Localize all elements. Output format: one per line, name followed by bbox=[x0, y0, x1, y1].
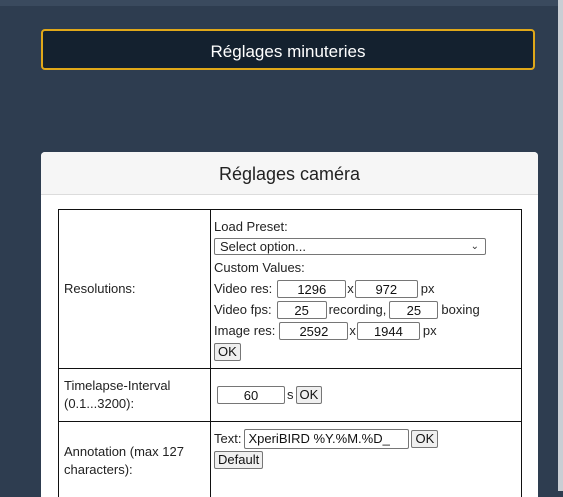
chevron-down-icon: ⌄ bbox=[471, 239, 485, 254]
video-res-unit: px bbox=[421, 280, 435, 298]
image-res-unit: px bbox=[423, 322, 437, 340]
preset-select-value: Select option... bbox=[220, 239, 306, 254]
timelapse-ok-button[interactable]: OK bbox=[296, 386, 323, 404]
annotation-default-button[interactable]: Default bbox=[214, 451, 263, 469]
image-res-label: Image res: bbox=[214, 322, 275, 340]
annotation-label: Annotation (max 127 characters): bbox=[59, 422, 211, 497]
image-res-height-input[interactable]: 1944 bbox=[357, 322, 420, 340]
page-scrollbar[interactable] bbox=[558, 0, 563, 491]
timelapse-controls: 60 s OK bbox=[211, 369, 522, 422]
video-fps-label: Video fps: bbox=[214, 301, 272, 319]
image-res-width-input[interactable]: 2592 bbox=[279, 322, 348, 340]
camera-settings-panel: Réglages caméra Resolutions: Load Preset… bbox=[41, 152, 538, 497]
image-res-line: Image res: 2592 x 1944 px bbox=[214, 320, 517, 341]
resolutions-row: Resolutions: Load Preset: Select option.… bbox=[59, 210, 522, 369]
video-res-line: Video res: 1296 x 972 px bbox=[214, 278, 517, 299]
annotation-default-line: Default bbox=[214, 449, 517, 470]
video-fps-boxing-input[interactable]: 25 bbox=[389, 301, 438, 319]
resolutions-controls: Load Preset: Select option... ⌄ Custom V… bbox=[211, 210, 522, 369]
video-fps-line: Video fps: 25 recording, 25 boxing bbox=[214, 299, 517, 320]
image-res-separator: x bbox=[349, 322, 356, 340]
custom-values-label: Custom Values: bbox=[214, 257, 517, 278]
annotation-text-input[interactable]: XperiBIRD %Y.%M.%D_ bbox=[244, 429, 409, 449]
annotation-text-label: Text: bbox=[214, 430, 241, 448]
video-res-height-input[interactable]: 972 bbox=[355, 280, 418, 298]
timelapse-row: Timelapse-Interval (0.1...3200): 60 s OK bbox=[59, 369, 522, 422]
video-fps-recording-input[interactable]: 25 bbox=[277, 301, 327, 319]
resolutions-label: Resolutions: bbox=[59, 210, 211, 369]
video-res-width-input[interactable]: 1296 bbox=[277, 280, 346, 298]
video-res-label: Video res: bbox=[214, 280, 272, 298]
timelapse-interval-input[interactable]: 60 bbox=[217, 386, 285, 404]
annotation-text-line: Text: XperiBIRD %Y.%M.%D_ OK bbox=[214, 428, 517, 449]
timelapse-line: 60 s OK bbox=[214, 385, 517, 406]
annotation-ok-button[interactable]: OK bbox=[411, 430, 438, 448]
camera-settings-title: Réglages caméra bbox=[41, 152, 538, 195]
timelapse-unit: s bbox=[287, 386, 294, 404]
camera-settings-table: Resolutions: Load Preset: Select option.… bbox=[58, 209, 522, 497]
resolutions-ok-line: OK bbox=[214, 341, 517, 362]
recording-label: recording, bbox=[329, 301, 387, 319]
timer-settings-button[interactable]: Réglages minuteries bbox=[41, 29, 535, 70]
annotation-controls: Text: XperiBIRD %Y.%M.%D_ OK Default bbox=[211, 422, 522, 497]
load-preset-label: Load Preset: bbox=[214, 216, 517, 237]
boxing-label: boxing bbox=[441, 301, 479, 319]
timelapse-label: Timelapse-Interval (0.1...3200): bbox=[59, 369, 211, 422]
top-edge bbox=[0, 0, 558, 6]
preset-select[interactable]: Select option... ⌄ bbox=[214, 238, 486, 255]
annotation-row: Annotation (max 127 characters): Text: X… bbox=[59, 422, 522, 497]
video-res-separator: x bbox=[347, 280, 354, 298]
resolutions-ok-button[interactable]: OK bbox=[214, 343, 241, 361]
